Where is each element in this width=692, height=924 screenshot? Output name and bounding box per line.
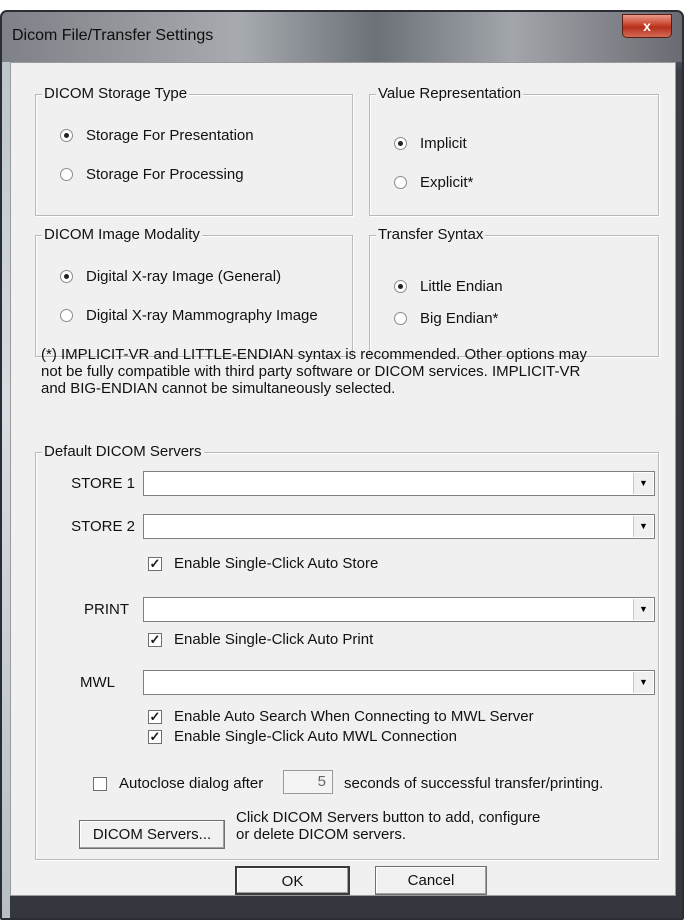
dialog-client-area: DICOM Storage Type Storage For Presentat… [10,62,676,896]
note-line-1: (*) IMPLICIT-VR and LITTLE-ENDIAN syntax… [41,346,588,363]
close-button[interactable]: x [622,14,672,38]
implicit-label: Implicit [420,135,467,152]
autoclose-suffix-label: seconds of successful transfer/printing. [344,775,604,792]
storage-presentation-label: Storage For Presentation [86,127,254,144]
unchecked-box-icon[interactable] [93,776,107,791]
chevron-down-icon[interactable]: ▼ [633,473,653,494]
check-icon[interactable]: ✓ [148,729,162,744]
auto-print-checkbox[interactable]: ✓ Enable Single-Click Auto Print [148,631,373,648]
ok-button[interactable]: OK [235,866,350,895]
compatibility-note: (*) IMPLICIT-VR and LITTLE-ENDIAN syntax… [41,346,671,397]
value-representation-legend: Value Representation [376,85,524,103]
modality-mammography-option[interactable]: Digital X-ray Mammography Image [60,307,318,324]
check-icon[interactable]: ✓ [148,632,162,647]
dialog-window: Dicom File/Transfer Settings x DICOM Sto… [0,10,684,920]
storage-type-legend: DICOM Storage Type [42,85,190,103]
store1-combobox[interactable]: ▼ [143,471,655,496]
radio-button[interactable] [60,309,73,322]
window-title: Dicom File/Transfer Settings [12,27,214,44]
big-endian-option[interactable]: Big Endian* [394,310,498,327]
big-endian-label: Big Endian* [420,310,499,327]
close-icon: x [643,18,651,34]
modality-general-label: Digital X-ray Image (General) [86,268,282,285]
autoclose-seconds-input[interactable]: 5 [283,770,333,794]
transfer-syntax-group: Transfer Syntax Little Endian Big Endian… [369,226,659,357]
auto-store-label: Enable Single-Click Auto Store [174,555,379,572]
store2-label: STORE 2 [71,518,135,535]
transfer-syntax-legend: Transfer Syntax [376,226,486,244]
value-representation-group: Value Representation Implicit Explicit* [369,85,659,216]
mwl-combobox[interactable]: ▼ [143,670,655,695]
mwl-label: MWL [80,674,115,691]
radio-button-selected[interactable] [60,270,73,283]
storage-processing-option[interactable]: Storage For Processing [60,166,244,183]
store2-combobox[interactable]: ▼ [143,514,655,539]
dicom-servers-button[interactable]: DICOM Servers... [79,820,225,849]
autoclose-prefix-label: Autoclose dialog after [119,775,264,792]
little-endian-option[interactable]: Little Endian [394,278,503,295]
print-combobox[interactable]: ▼ [143,597,655,622]
auto-mwl-label: Enable Single-Click Auto MWL Connection [174,728,457,745]
image-modality-legend: DICOM Image Modality [42,226,202,244]
little-endian-label: Little Endian [420,278,503,295]
note-line-2: not be fully compatible with third party… [41,363,581,380]
store1-label: STORE 1 [71,475,135,492]
explicit-label: Explicit* [420,174,474,191]
default-servers-legend: Default DICOM Servers [42,443,204,461]
chevron-down-icon[interactable]: ▼ [633,516,653,537]
image-modality-group: DICOM Image Modality Digital X-ray Image… [35,226,353,357]
auto-search-label: Enable Auto Search When Connecting to MW… [174,708,534,725]
chevron-down-icon[interactable]: ▼ [633,599,653,620]
check-icon[interactable]: ✓ [148,709,162,724]
storage-type-group: DICOM Storage Type Storage For Presentat… [35,85,353,216]
auto-print-label: Enable Single-Click Auto Print [174,631,374,648]
servers-help-text: Click DICOM Servers button to add, confi… [236,809,540,843]
radio-button-selected[interactable] [394,280,407,293]
radio-button[interactable] [394,312,407,325]
modality-general-option[interactable]: Digital X-ray Image (General) [60,268,281,285]
auto-search-checkbox[interactable]: ✓ Enable Auto Search When Connecting to … [148,708,534,725]
explicit-option[interactable]: Explicit* [394,174,473,191]
radio-button[interactable] [394,176,407,189]
servers-help-line-2: or delete DICOM servers. [236,826,407,843]
storage-processing-label: Storage For Processing [86,166,244,183]
cancel-button[interactable]: Cancel [375,866,487,895]
note-line-3: and BIG-ENDIAN cannot be simultaneously … [41,380,396,397]
implicit-option[interactable]: Implicit [394,135,467,152]
modality-mammography-label: Digital X-ray Mammography Image [86,307,318,324]
title-bar[interactable]: Dicom File/Transfer Settings x [2,12,682,62]
print-label: PRINT [84,601,129,618]
servers-help-line-1: Click DICOM Servers button to add, confi… [236,809,541,826]
radio-button-selected[interactable] [60,129,73,142]
chevron-down-icon[interactable]: ▼ [633,672,653,693]
radio-button[interactable] [60,168,73,181]
check-icon[interactable]: ✓ [148,556,162,571]
window-frame-edge [2,62,10,918]
auto-store-checkbox[interactable]: ✓ Enable Single-Click Auto Store [148,555,378,572]
auto-mwl-checkbox[interactable]: ✓ Enable Single-Click Auto MWL Connectio… [148,728,457,745]
radio-button-selected[interactable] [394,137,407,150]
storage-presentation-option[interactable]: Storage For Presentation [60,127,254,144]
autoclose-checkbox[interactable]: Autoclose dialog after [93,775,263,792]
